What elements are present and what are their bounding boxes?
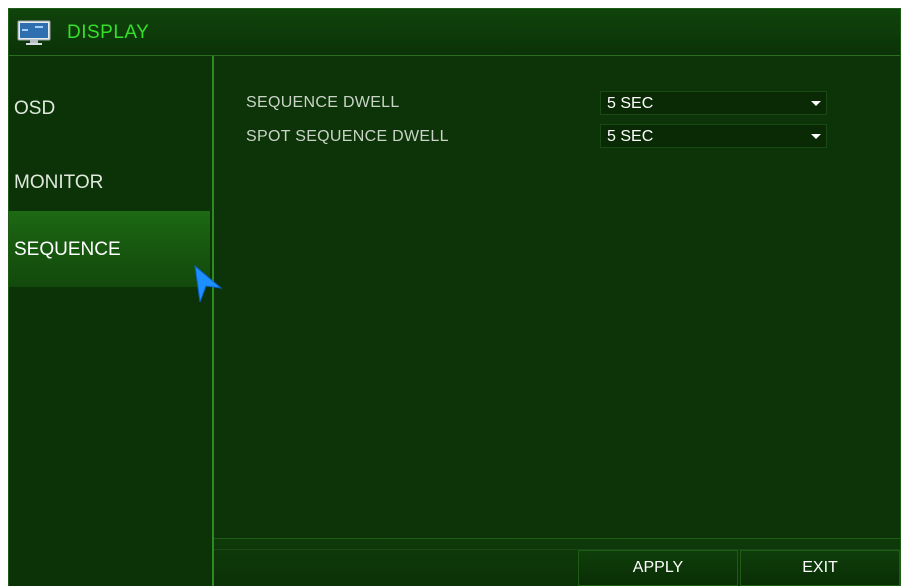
apply-button[interactable]: APPLY bbox=[578, 550, 738, 586]
monitor-icon bbox=[17, 20, 51, 45]
exit-button[interactable]: EXIT bbox=[740, 550, 900, 586]
window-title: DISPLAY bbox=[67, 22, 150, 43]
sidebar-item-label: OSD bbox=[14, 98, 56, 119]
spot-sequence-dwell-select[interactable]: 5 SEC bbox=[600, 124, 827, 148]
dropdown-arrow-icon bbox=[811, 134, 821, 139]
sidebar-item-monitor[interactable]: MONITOR bbox=[9, 132, 210, 208]
sequence-dwell-value: 5 SEC bbox=[607, 95, 654, 112]
sidebar-item-sequence[interactable]: SEQUENCE bbox=[9, 211, 210, 287]
footer-bar: APPLY EXIT bbox=[214, 538, 900, 586]
sidebar-item-osd[interactable]: OSD bbox=[9, 56, 210, 132]
spot-sequence-dwell-label: SPOT SEQUENCE DWELL bbox=[246, 128, 449, 145]
title-bar: DISPLAY bbox=[9, 9, 900, 56]
display-window: DISPLAY OSD MONITOR SEQUENCE SEQUENCE DW… bbox=[8, 8, 901, 586]
sidebar-item-label: SEQUENCE bbox=[14, 239, 121, 260]
sidebar-item-label: MONITOR bbox=[14, 172, 104, 193]
settings-panel: SEQUENCE DWELL 5 SEC SPOT SEQUENCE DWELL… bbox=[214, 56, 900, 538]
dropdown-arrow-icon bbox=[811, 101, 821, 106]
spot-sequence-dwell-value: 5 SEC bbox=[607, 128, 654, 145]
sequence-dwell-label: SEQUENCE DWELL bbox=[246, 94, 400, 111]
sidebar: OSD MONITOR SEQUENCE bbox=[9, 56, 214, 586]
sequence-dwell-select[interactable]: 5 SEC bbox=[600, 91, 827, 115]
mouse-cursor-icon bbox=[194, 264, 223, 303]
